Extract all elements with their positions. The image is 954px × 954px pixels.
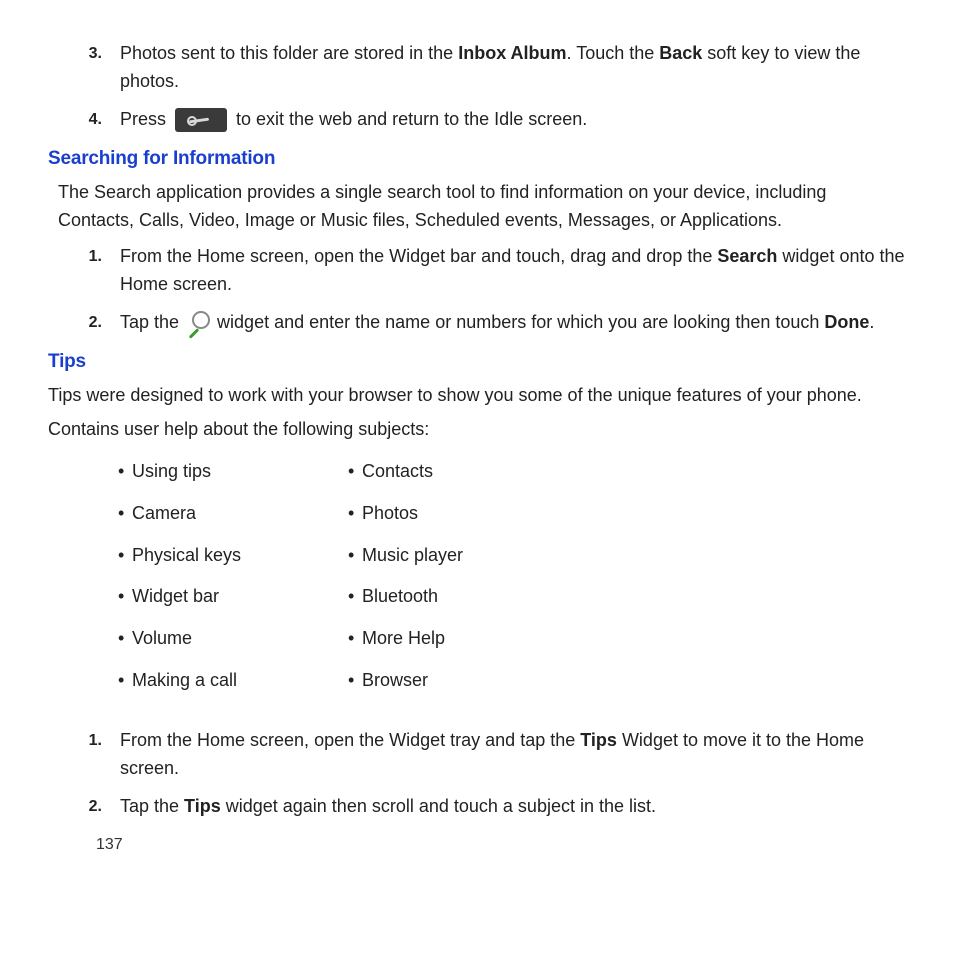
bullet-dot: • <box>348 583 362 611</box>
tips-step-1: 1. From the Home screen, open the Widget… <box>72 727 906 783</box>
bullet-item: •More Help <box>348 625 578 653</box>
step-body: Press to exit the web and return to the … <box>120 106 906 134</box>
text: Tap the <box>120 796 184 816</box>
text: From the Home screen, open the Widget tr… <box>120 730 580 750</box>
bullet-item: •Physical keys <box>118 542 348 570</box>
intro-steps: 3. Photos sent to this folder are stored… <box>72 40 906 134</box>
bullet-item: •Widget bar <box>118 583 348 611</box>
bullet-text: Widget bar <box>132 586 219 606</box>
tips-para-1: Tips were designed to work with your bro… <box>48 382 906 410</box>
text: Tap the <box>120 312 184 332</box>
text: to exit the web and return to the Idle s… <box>231 109 587 129</box>
step-4: 4. Press to exit the web and return to t… <box>72 106 906 134</box>
bullet-dot: • <box>118 625 132 653</box>
bullet-column-1: •Using tips •Camera •Physical keys •Widg… <box>118 458 348 709</box>
search-step-2: 2. Tap the widget and enter the name or … <box>72 309 906 337</box>
bullet-dot: • <box>118 583 132 611</box>
text: . <box>869 312 874 332</box>
tips-step-2: 2. Tap the Tips widget again then scroll… <box>72 793 906 821</box>
bold-inbox-album: Inbox Album <box>458 43 566 63</box>
heading-tips: Tips <box>48 347 906 376</box>
text: . Touch the <box>567 43 660 63</box>
text: widget and enter the name or numbers for… <box>212 312 824 332</box>
bullet-dot: • <box>118 542 132 570</box>
bullet-text: Bluetooth <box>362 586 438 606</box>
step-number: 1. <box>72 727 120 783</box>
bold-done: Done <box>824 312 869 332</box>
text: widget again then scroll and touch a sub… <box>221 796 656 816</box>
step-number: 2. <box>72 793 120 821</box>
bullet-text: Physical keys <box>132 545 241 565</box>
bullet-item: •Making a call <box>118 667 348 695</box>
bullet-dot: • <box>348 542 362 570</box>
step-body: Tap the widget and enter the name or num… <box>120 309 906 337</box>
bullet-item: •Contacts <box>348 458 578 486</box>
step-body: Photos sent to this folder are stored in… <box>120 40 906 96</box>
bullet-item: •Browser <box>348 667 578 695</box>
page: 3. Photos sent to this folder are stored… <box>48 40 906 914</box>
bullet-dot: • <box>348 667 362 695</box>
step-3: 3. Photos sent to this folder are stored… <box>72 40 906 96</box>
bullet-item: •Bluetooth <box>348 583 578 611</box>
bullet-text: Volume <box>132 628 192 648</box>
tips-steps: 1. From the Home screen, open the Widget… <box>72 727 906 821</box>
step-number: 3. <box>72 40 120 96</box>
bold-search: Search <box>717 246 777 266</box>
search-step-1: 1. From the Home screen, open the Widget… <box>72 243 906 299</box>
bold-back: Back <box>659 43 702 63</box>
end-key-icon <box>175 108 227 132</box>
step-body: From the Home screen, open the Widget tr… <box>120 727 906 783</box>
tips-para-2: Contains user help about the following s… <box>48 416 906 444</box>
text: Photos sent to this folder are stored in… <box>120 43 458 63</box>
searching-description: The Search application provides a single… <box>58 179 906 235</box>
search-icon <box>186 311 210 335</box>
step-body: From the Home screen, open the Widget ba… <box>120 243 906 299</box>
bullet-item: •Music player <box>348 542 578 570</box>
bullet-text: Browser <box>362 670 428 690</box>
bullet-text: Making a call <box>132 670 237 690</box>
bullet-item: •Camera <box>118 500 348 528</box>
bullet-item: •Photos <box>348 500 578 528</box>
text: Press <box>120 109 171 129</box>
bullet-text: Music player <box>362 545 463 565</box>
bold-tips: Tips <box>580 730 617 750</box>
step-number: 2. <box>72 309 120 337</box>
bullet-text: Camera <box>132 503 196 523</box>
page-number: 137 <box>96 833 123 858</box>
bullet-dot: • <box>118 458 132 486</box>
bullet-text: Using tips <box>132 461 211 481</box>
bold-tips: Tips <box>184 796 221 816</box>
bullet-dot: • <box>348 500 362 528</box>
bullet-item: •Using tips <box>118 458 348 486</box>
bullet-text: More Help <box>362 628 445 648</box>
bullet-dot: • <box>118 667 132 695</box>
bullet-text: Photos <box>362 503 418 523</box>
bullet-dot: • <box>118 500 132 528</box>
bullet-dot: • <box>348 458 362 486</box>
step-body: Tap the Tips widget again then scroll an… <box>120 793 906 821</box>
search-steps: 1. From the Home screen, open the Widget… <box>72 243 906 337</box>
bullet-text: Contacts <box>362 461 433 481</box>
tips-bullet-table: •Using tips •Camera •Physical keys •Widg… <box>118 458 906 709</box>
text: From the Home screen, open the Widget ba… <box>120 246 717 266</box>
step-number: 1. <box>72 243 120 299</box>
bullet-item: •Volume <box>118 625 348 653</box>
bullet-dot: • <box>348 625 362 653</box>
step-number: 4. <box>72 106 120 134</box>
heading-searching: Searching for Information <box>48 144 906 173</box>
bullet-column-2: •Contacts •Photos •Music player •Bluetoo… <box>348 458 578 709</box>
